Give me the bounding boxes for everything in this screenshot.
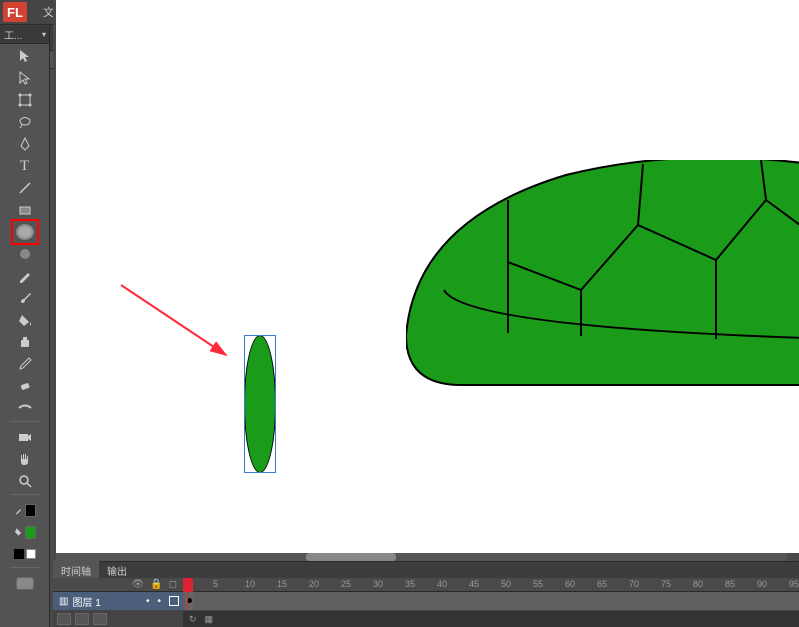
tick: 20 [309,579,319,589]
tick: 70 [629,579,639,589]
onion-skin-icon[interactable]: ▦ [205,614,214,625]
width-tool[interactable] [14,398,36,418]
layer-icon: ▥ [59,596,68,607]
tool-divider-2 [10,494,40,495]
outline-icon[interactable]: ◻ [169,579,177,590]
scrollbar-thumb[interactable] [306,553,396,561]
stroke-color[interactable] [14,500,36,520]
brush-tool[interactable] [14,288,36,308]
new-layer-button[interactable] [57,613,71,625]
stage-area [53,0,799,561]
tick: 35 [405,579,415,589]
frame-ruler[interactable]: 1 5 10 15 20 25 30 35 40 45 50 55 60 65 … [183,578,799,592]
paint-bucket-tool[interactable] [14,310,36,330]
lock-icon[interactable]: 🔒 [150,579,162,590]
tool-divider-3 [10,567,40,568]
tick: 1 [185,579,190,589]
tick: 45 [469,579,479,589]
hand-tool[interactable] [14,449,36,469]
keyframe-dot [187,598,192,603]
tool-divider [10,421,40,422]
horizontal-scrollbar[interactable] [56,553,787,561]
annotation-arrow [116,280,246,380]
layer-lock-dot[interactable]: • [157,596,161,607]
object-drawing-toggle[interactable] [14,573,36,593]
fill-color[interactable] [14,522,36,542]
tools-header[interactable]: 工... ▾ [0,26,49,44]
layer-buttons [53,611,183,627]
tick: 10 [245,579,255,589]
selection-tool[interactable] [14,46,36,66]
selected-ellipse-object[interactable] [244,335,276,473]
tab-timeline[interactable]: 时间轴 [53,561,99,580]
frames-track[interactable] [183,592,799,610]
polystar-tool[interactable] [14,244,36,264]
tick: 55 [533,579,543,589]
layer-outline-swatch[interactable] [169,596,179,606]
panel-menu-icon[interactable]: ▾ [42,30,46,39]
tools-panel: 工... ▾ T [0,26,50,627]
tick: 15 [277,579,287,589]
loop-icon[interactable]: ↻ [189,614,197,625]
tools-header-label: 工... [4,27,22,42]
free-transform-tool[interactable] [14,90,36,110]
layer-name: 图层 1 [72,594,100,609]
selection-bounds [244,335,276,473]
tick: 50 [501,579,511,589]
layer-row[interactable]: ▥ 图层 1 • • [53,592,183,610]
text-tool[interactable]: T [14,156,36,176]
pen-tool[interactable] [14,134,36,154]
tick: 80 [693,579,703,589]
oval-tool[interactable] [14,222,36,242]
camera-tool[interactable] [14,427,36,447]
ink-bottle-tool[interactable] [14,332,36,352]
timeline-footer: ↻ ▦ [183,611,799,627]
tick: 60 [565,579,575,589]
layer-header-icons: 👁 🔒 ◻ [53,578,183,592]
pencil-tool[interactable] [14,266,36,286]
stage[interactable] [56,0,799,553]
tick: 25 [341,579,351,589]
subselection-tool[interactable] [14,68,36,88]
timeline-tabs: 时间轴 输出 [53,562,799,578]
tab-output[interactable]: 输出 [99,561,135,580]
delete-layer-button[interactable] [93,613,107,625]
tick: 95 [789,579,799,589]
eyedropper-tool[interactable] [14,354,36,374]
eraser-tool[interactable] [14,376,36,396]
lasso-tool[interactable] [14,112,36,132]
tick: 85 [725,579,735,589]
tick: 90 [757,579,767,589]
line-tool[interactable] [14,178,36,198]
tick: 30 [373,579,383,589]
rectangle-tool[interactable] [14,200,36,220]
timeline-panel: 时间轴 输出 👁 🔒 ◻ 1 5 10 15 20 25 30 35 40 45… [53,561,799,627]
layer-vis-dot[interactable]: • [146,596,150,607]
zoom-tool[interactable] [14,471,36,491]
tick: 40 [437,579,447,589]
tick: 5 [213,579,218,589]
swap-colors[interactable] [14,544,36,564]
new-folder-button[interactable] [75,613,89,625]
visibility-icon[interactable]: 👁 [132,579,145,590]
turtle-shell-drawing[interactable] [406,160,799,400]
tick: 75 [661,579,671,589]
app-logo: FL [3,2,27,22]
tick: 65 [597,579,607,589]
